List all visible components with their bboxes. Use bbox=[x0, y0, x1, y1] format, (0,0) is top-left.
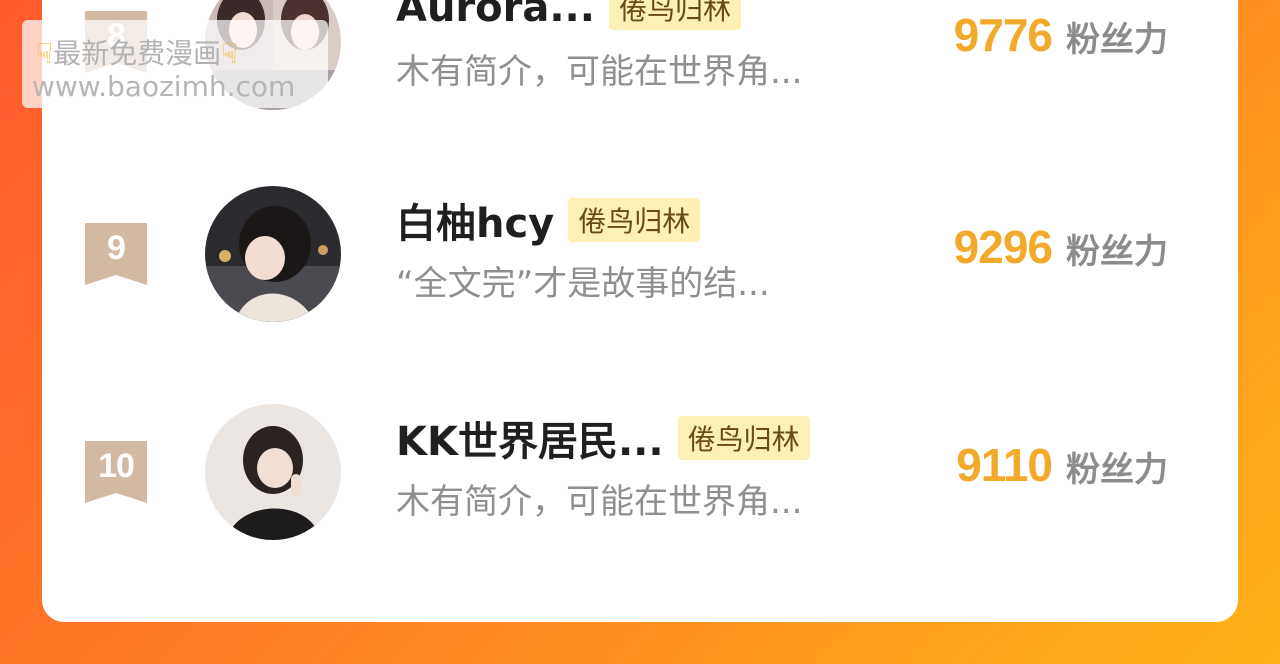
rank-badge: 9 bbox=[85, 223, 147, 285]
fans-score: 9296 粉丝力 bbox=[954, 220, 1168, 274]
rank-number: 10 bbox=[98, 447, 135, 485]
user-description: 木有简介，可能在世界角... bbox=[396, 482, 803, 522]
fans-label: 粉丝力 bbox=[1066, 232, 1168, 272]
list-item[interactable]: 9 白柚hcy 倦鸟归林 “全文完”才是故事的结... 9296 粉丝力 bbox=[42, 186, 1238, 326]
name-line: 白柚hcy 倦鸟归林 bbox=[396, 191, 701, 249]
user-name[interactable]: 白柚hcy bbox=[396, 191, 554, 249]
fans-count: 9110 bbox=[956, 439, 1053, 491]
avatar[interactable] bbox=[205, 404, 341, 540]
rank-number: 9 bbox=[107, 229, 126, 267]
watermark: ☟最新免费漫画☟ www.baozimh.com bbox=[22, 20, 328, 108]
fans-count: 9296 bbox=[953, 221, 1053, 273]
name-line: KK世界居民... 倦鸟归林 bbox=[396, 409, 810, 467]
fans-label: 粉丝力 bbox=[1066, 450, 1168, 490]
user-name[interactable]: Aurora... bbox=[396, 0, 595, 31]
avatar[interactable] bbox=[205, 186, 341, 322]
user-description: 木有简介，可能在世界角... bbox=[396, 52, 803, 92]
watermark-text: 最新免费漫画 bbox=[53, 37, 222, 70]
avatar-photo-icon bbox=[205, 186, 341, 322]
pointing-hand-icon: ☟ bbox=[36, 37, 54, 70]
fans-score: 9110 粉丝力 bbox=[956, 438, 1168, 492]
pointing-hand-icon: ☟ bbox=[221, 37, 239, 70]
user-description: “全文完”才是故事的结... bbox=[396, 264, 770, 304]
watermark-title: ☟最新免费漫画☟ bbox=[36, 32, 238, 72]
fans-label: 粉丝力 bbox=[1066, 20, 1168, 60]
name-line: Aurora... 倦鸟归林 bbox=[396, 0, 741, 34]
watermark-url: www.baozimh.com bbox=[32, 70, 296, 103]
title-badge: 倦鸟归林 bbox=[608, 0, 741, 30]
user-name[interactable]: KK世界居民... bbox=[396, 409, 664, 467]
list-item[interactable]: 10 KK世界居民... 倦鸟归林 木有简介，可能在世界角... 9110 粉丝… bbox=[42, 404, 1238, 544]
rank-badge: 10 bbox=[85, 441, 147, 503]
fans-score: 9776 粉丝力 bbox=[954, 8, 1168, 62]
avatar-photo-icon bbox=[205, 404, 341, 540]
title-badge: 倦鸟归林 bbox=[677, 416, 810, 460]
fans-count: 9776 bbox=[953, 9, 1053, 61]
title-badge: 倦鸟归林 bbox=[568, 198, 701, 242]
